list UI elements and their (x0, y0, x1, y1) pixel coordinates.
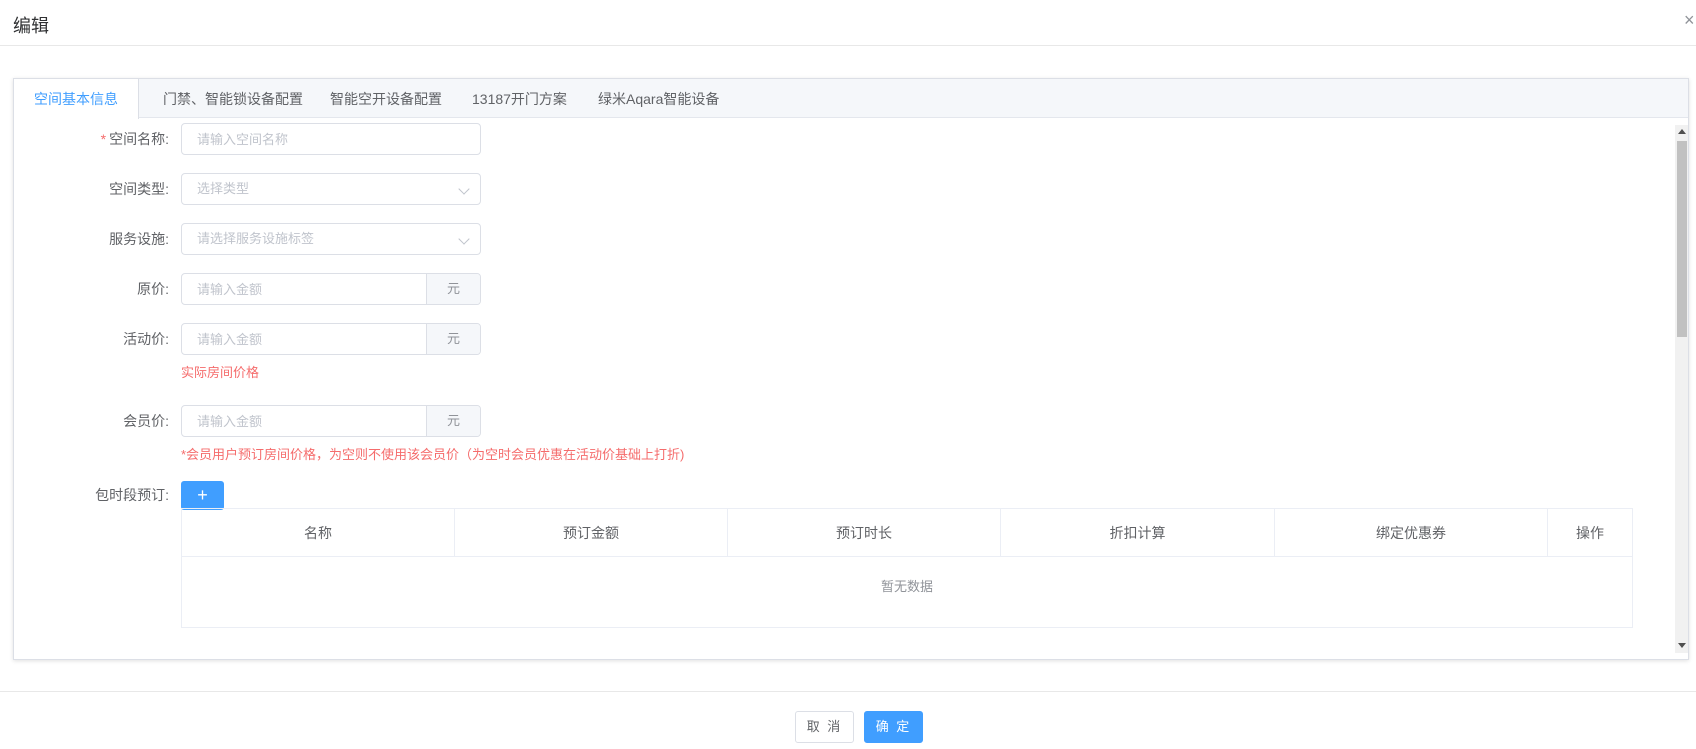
member-price-field: 元 (181, 405, 481, 437)
scrollbar-thumb[interactable] (1677, 141, 1687, 337)
form-area: *空间名称: 空间类型: 选择类型 服务设施: 请选择服务设施标签 原价: 元 … (14, 119, 1688, 659)
space-type-placeholder: 选择类型 (197, 181, 250, 196)
activity-price-input[interactable] (182, 324, 426, 354)
period-booking-table: 名称 预订金额 预订时长 折扣计算 绑定优惠券 操作 暂无数据 (181, 508, 1633, 628)
table-header-discount: 折扣计算 (1001, 509, 1275, 557)
member-price-unit: 元 (426, 406, 480, 436)
form-scrollbar[interactable] (1675, 125, 1688, 653)
scroll-up-arrow-icon[interactable] (1678, 129, 1686, 134)
dialog-header: 编辑 × (0, 0, 1696, 46)
space-name-label: * 空间名称: (100, 131, 169, 147)
tab-access-lock-config[interactable]: 门禁、智能锁设备配置 (143, 79, 323, 119)
member-price-hint: *会员用户预订房间价格，为空则不使用该会员价（为空时会员优惠在活动价基础上打折) (181, 447, 685, 462)
period-booking-label: 包时段预订: (95, 487, 169, 503)
space-type-label: 空间类型: (109, 181, 169, 197)
tabs-card: 空间基本信息 门禁、智能锁设备配置 智能空开设备配置 13187开门方案 绿米A… (13, 78, 1689, 660)
space-name-field[interactable] (181, 123, 481, 155)
required-mark: * (100, 131, 107, 147)
table-header-coupon: 绑定优惠券 (1275, 509, 1548, 557)
close-icon[interactable]: × (1684, 10, 1695, 30)
tab-smart-switch-config[interactable]: 智能空开设备配置 (310, 79, 462, 119)
facilities-placeholder: 请选择服务设施标签 (197, 231, 315, 246)
activity-price-hint: 实际房间价格 (181, 365, 260, 380)
activity-price-field: 元 (181, 323, 481, 355)
table-header-duration: 预订时长 (728, 509, 1001, 557)
tab-bar: 空间基本信息 门禁、智能锁设备配置 智能空开设备配置 13187开门方案 绿米A… (14, 79, 1688, 119)
activity-price-label: 活动价: (123, 331, 169, 347)
member-price-label: 会员价: (123, 413, 169, 429)
member-price-input[interactable] (182, 406, 426, 436)
table-header-name: 名称 (182, 509, 455, 557)
original-price-unit: 元 (426, 274, 480, 304)
add-period-button[interactable]: + (181, 481, 224, 510)
confirm-button[interactable]: 确 定 (864, 711, 923, 743)
scroll-down-arrow-icon[interactable] (1678, 643, 1686, 648)
space-name-input[interactable] (182, 124, 480, 154)
original-price-field: 元 (181, 273, 481, 305)
activity-price-unit: 元 (426, 324, 480, 354)
chevron-down-icon (458, 233, 470, 245)
original-price-label: 原价: (137, 281, 169, 297)
dialog-title: 编辑 (13, 16, 49, 36)
tab-13187-door-plan[interactable]: 13187开门方案 (452, 79, 587, 119)
tab-space-basic-info[interactable]: 空间基本信息 (14, 79, 139, 119)
table-header-action: 操作 (1548, 509, 1632, 557)
footer-divider (0, 691, 1696, 692)
space-type-select[interactable]: 选择类型 (181, 173, 481, 205)
chevron-down-icon (458, 183, 470, 195)
facilities-select[interactable]: 请选择服务设施标签 (181, 223, 481, 255)
facilities-label: 服务设施: (109, 231, 169, 247)
original-price-input[interactable] (182, 274, 426, 304)
tab-aqara-devices[interactable]: 绿米Aqara智能设备 (578, 79, 739, 119)
table-empty-text: 暂无数据 (880, 579, 933, 594)
cancel-button[interactable]: 取 消 (795, 711, 854, 743)
table-header-amount: 预订金额 (455, 509, 728, 557)
